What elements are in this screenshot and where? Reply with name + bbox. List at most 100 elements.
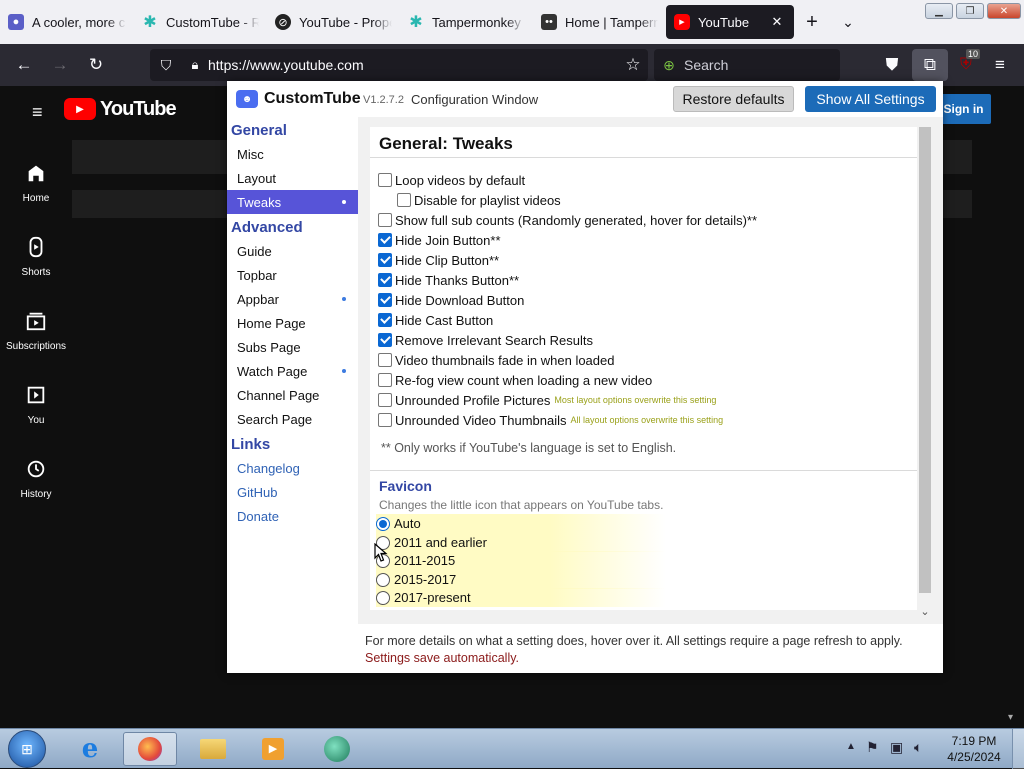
yt-nav-history[interactable]: History [0, 458, 72, 500]
minimize-button[interactable]: ▁ [925, 3, 953, 19]
option-hide-clip[interactable]: Hide Clip Button** [378, 251, 499, 269]
show-desktop-button[interactable] [1012, 729, 1024, 769]
option-disable-playlist[interactable]: Disable for playlist videos [397, 191, 561, 209]
checkbox[interactable] [378, 213, 392, 227]
ublock-icon[interactable]: ⛨ 10 [948, 49, 984, 81]
tray-expand-icon[interactable]: ▲ [846, 741, 856, 752]
checkbox[interactable] [397, 193, 411, 207]
checkbox[interactable] [378, 413, 392, 427]
clock-time[interactable]: 7:19 PM [944, 734, 1004, 748]
checkbox[interactable] [378, 173, 392, 187]
restore-defaults-button[interactable]: Restore defaults [673, 86, 794, 112]
option-remove-irrelevant[interactable]: Remove Irrelevant Search Results [378, 331, 593, 349]
search-bar[interactable]: ⊕ Search [654, 49, 840, 81]
browser-tab[interactable]: ⊘ YouTube - Prope [267, 5, 400, 39]
option-thumbnail-fade[interactable]: Video thumbnails fade in when loaded [378, 351, 614, 369]
window-close-button[interactable]: ✕ [987, 3, 1021, 19]
youtube-logo-icon[interactable]: ▶ [64, 98, 96, 120]
radio-auto[interactable]: Auto [376, 514, 666, 533]
radio[interactable] [376, 572, 390, 587]
extensions-icon[interactable]: ⧉ [912, 49, 948, 81]
option-hide-cast[interactable]: Hide Cast Button [378, 311, 493, 329]
scroll-down-icon[interactable]: ⌄ [917, 605, 933, 618]
show-all-settings-button[interactable]: Show All Settings [805, 86, 936, 112]
checkbox-checked[interactable] [378, 313, 392, 327]
checkbox[interactable] [378, 353, 392, 367]
checkbox-checked[interactable] [378, 233, 392, 247]
radio-2011-earlier[interactable]: 2011 and earlier [376, 533, 666, 552]
radio-2011-2015[interactable]: 2011-2015 [376, 551, 666, 570]
nav-item-home-page[interactable]: Home Page [227, 311, 358, 335]
link-github[interactable]: GitHub [227, 480, 358, 504]
browser-tab[interactable]: ● A cooler, more c [0, 5, 134, 39]
radio-2017-present[interactable]: 2017-present [376, 588, 666, 607]
nav-item-layout[interactable]: Layout [227, 166, 358, 190]
nav-item-channel-page[interactable]: Channel Page [227, 383, 358, 407]
browser-tab[interactable]: •• Home | Tamperm [533, 5, 666, 39]
hamburger-icon[interactable]: ≡ [32, 102, 43, 123]
action-center-icon[interactable]: ⚑ [866, 739, 879, 756]
shield-icon[interactable]: ⛉ [150, 57, 182, 74]
nav-item-appbar[interactable]: Appbar [227, 287, 358, 311]
checkbox-checked[interactable] [378, 293, 392, 307]
bookmark-star-icon[interactable]: ☆ [618, 55, 648, 75]
back-icon[interactable]: ← [6, 49, 42, 81]
radio-selected[interactable] [376, 516, 390, 531]
yt-nav-you[interactable]: You [0, 384, 72, 426]
option-hide-download[interactable]: Hide Download Button [378, 291, 524, 309]
browser-tab[interactable]: ✱ Tampermonkey - [400, 5, 533, 39]
clock-date[interactable]: 4/25/2024 [944, 750, 1004, 764]
volume-muted-icon[interactable]: 🔈︎ [914, 739, 922, 756]
nav-item-misc[interactable]: Misc [227, 142, 358, 166]
new-tab-button[interactable]: + [794, 5, 830, 39]
radio[interactable] [376, 590, 390, 605]
scrollbar-thumb[interactable] [919, 127, 931, 593]
start-button[interactable]: ⊞ [8, 730, 46, 768]
option-hide-join[interactable]: Hide Join Button** [378, 231, 501, 249]
close-tab-icon[interactable]: ✕ [768, 14, 786, 30]
option-unrounded-thumbnails[interactable]: Unrounded Video Thumbnails All layout opt… [378, 411, 723, 429]
sign-in-button[interactable]: Sign in [936, 94, 991, 124]
option-hide-thanks[interactable]: Hide Thanks Button** [378, 271, 519, 289]
forward-icon[interactable]: → [42, 49, 78, 81]
checkbox[interactable] [378, 393, 392, 407]
checkbox-checked[interactable] [378, 273, 392, 287]
file-explorer-icon[interactable] [186, 732, 240, 766]
option-loop-videos[interactable]: Loop videos by default [378, 171, 525, 189]
yt-nav-shorts[interactable]: Shorts [0, 236, 72, 278]
tab-list-button[interactable]: ⌄ [830, 5, 866, 39]
checkbox[interactable] [378, 373, 392, 387]
option-refog-view-count[interactable]: Re-fog view count when loading a new vid… [378, 371, 652, 389]
checkbox-checked[interactable] [378, 253, 392, 267]
network-icon[interactable]: ▣ [890, 739, 903, 756]
radio-2015-2017[interactable]: 2015-2017 [376, 570, 666, 589]
media-player-icon[interactable]: ▶ [246, 732, 300, 766]
internet-explorer-icon[interactable]: e [63, 732, 117, 766]
lock-icon[interactable]: 🔒︎ [182, 57, 208, 73]
page-scroll-down-icon[interactable]: ▾ [1008, 712, 1013, 723]
youtube-logo-text[interactable]: YouTube [100, 98, 177, 121]
link-changelog[interactable]: Changelog [227, 456, 358, 480]
reload-icon[interactable]: ↻ [78, 49, 114, 81]
url-text[interactable]: https://www.youtube.com [208, 57, 618, 73]
settings-content[interactable]: General: Tweaks Loop videos by default D… [370, 127, 919, 610]
url-bar[interactable]: ⛉ 🔒︎ https://www.youtube.com ☆ [150, 49, 648, 81]
yt-nav-home[interactable]: Home [0, 162, 72, 204]
app-icon[interactable] [310, 732, 364, 766]
nav-item-search-page[interactable]: Search Page [227, 407, 358, 431]
search-placeholder[interactable]: Search [684, 57, 728, 73]
nav-item-topbar[interactable]: Topbar [227, 263, 358, 287]
browser-tab-active[interactable]: ▶ YouTube ✕ [666, 5, 794, 39]
menu-icon[interactable]: ≡ [982, 49, 1018, 81]
option-full-sub-counts[interactable]: Show full sub counts (Randomly generated… [378, 211, 757, 229]
pocket-icon[interactable]: ⛊ [874, 49, 910, 81]
firefox-icon[interactable] [123, 732, 177, 766]
browser-tab[interactable]: ✱ CustomTube - R [134, 5, 267, 39]
link-donate[interactable]: Donate [227, 504, 358, 528]
option-unrounded-pfp[interactable]: Unrounded Profile Pictures Most layout op… [378, 391, 716, 409]
checkbox-checked[interactable] [378, 333, 392, 347]
nav-item-guide[interactable]: Guide [227, 239, 358, 263]
nav-item-tweaks[interactable]: Tweaks [227, 190, 358, 214]
yt-nav-subscriptions[interactable]: Subscriptions [0, 310, 72, 352]
settings-scrollbar[interactable] [917, 127, 933, 610]
